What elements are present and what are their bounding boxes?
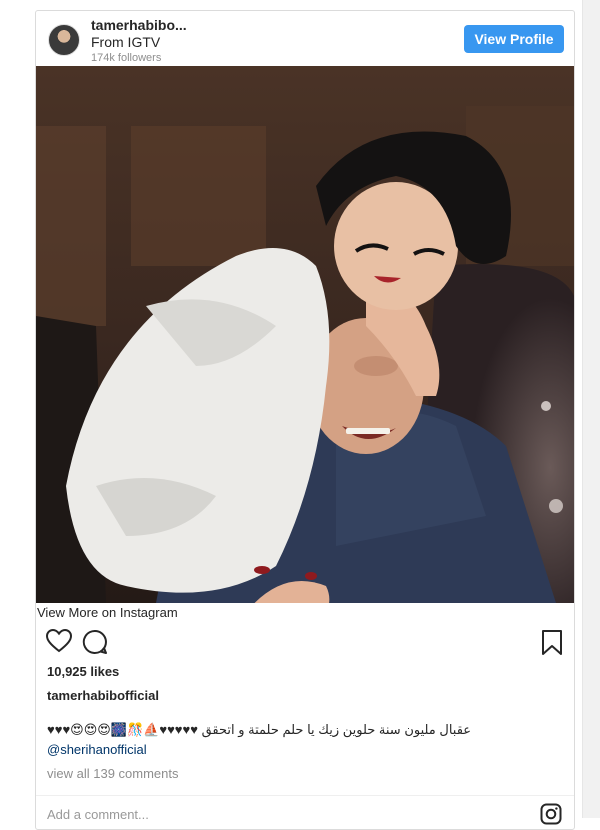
post-photo[interactable] — [36, 66, 574, 603]
view-comments-link[interactable]: view all 139 comments — [47, 766, 179, 781]
post-actions — [36, 625, 574, 665]
post-header: tamerhabibo... From IGTV 174k followers … — [36, 11, 574, 67]
divider — [36, 795, 574, 796]
view-more-label[interactable]: View More on Instagram — [36, 605, 178, 620]
bookmark-icon[interactable] — [542, 630, 562, 656]
post-owner[interactable]: tamerhabibofficial — [47, 688, 159, 703]
view-profile-button[interactable]: View Profile — [464, 25, 564, 53]
view-more-link[interactable]: View More on Instagram — [36, 605, 574, 625]
post-caption: ♥♥♥😍😍😍🎆🎊⛵♥♥♥♥♥ عقبال مليون سنة حلوين زيك… — [47, 722, 472, 737]
comment-icon[interactable] — [82, 629, 108, 655]
instagram-icon[interactable] — [540, 803, 562, 825]
like-count[interactable]: 10,925 likes — [47, 664, 119, 679]
post-photo-illustration — [36, 66, 574, 603]
mention-link[interactable]: @sherihanofficial — [47, 742, 147, 757]
heart-icon[interactable] — [46, 629, 72, 653]
follower-count: 174k followers — [91, 52, 162, 64]
add-comment-input[interactable]: Add a comment... — [47, 807, 149, 822]
instagram-embed-card: tamerhabibo... From IGTV 174k followers … — [35, 10, 575, 830]
username[interactable]: tamerhabibo... — [91, 17, 187, 33]
avatar[interactable] — [48, 24, 80, 56]
post-source: From IGTV — [91, 34, 161, 50]
page-scrollbar[interactable] — [582, 0, 600, 818]
